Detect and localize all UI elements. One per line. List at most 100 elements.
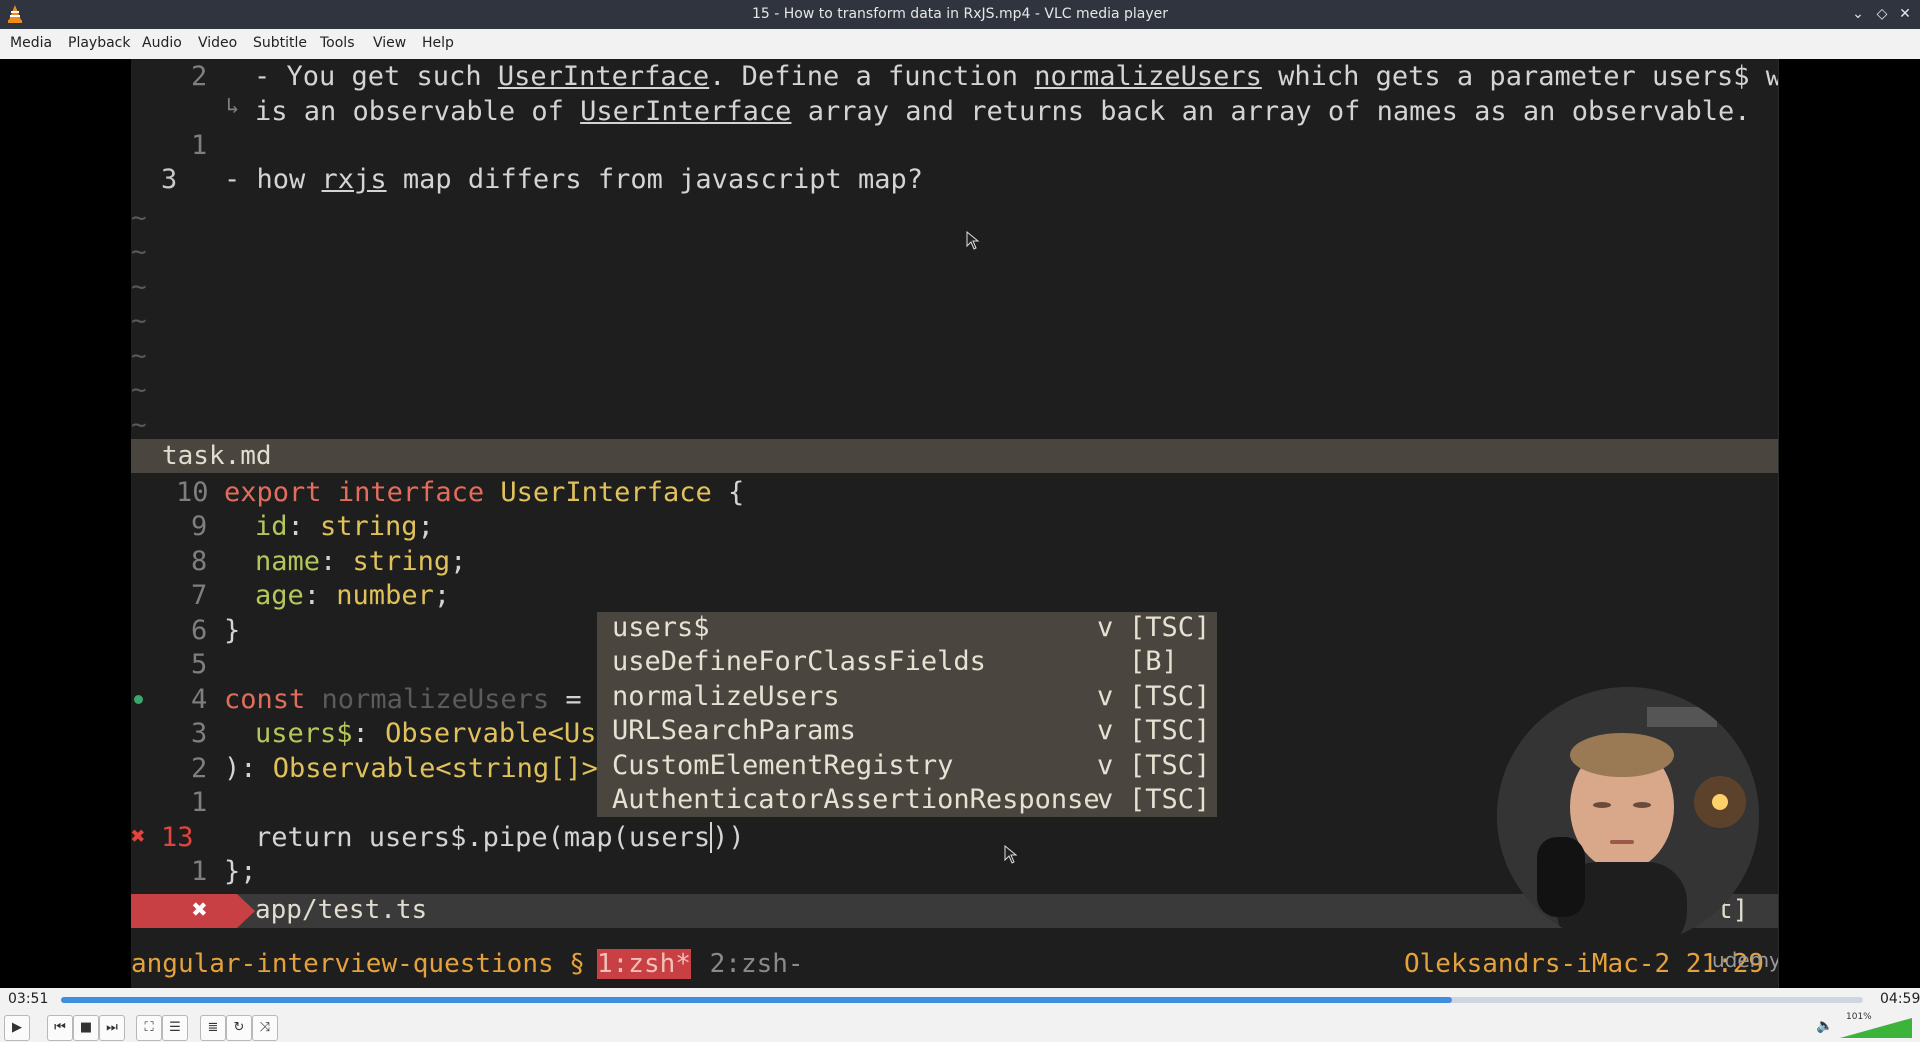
playlist-button[interactable]: ≣ <box>200 1015 226 1041</box>
video-frame: 2 - You get such UserInterface. Define a… <box>131 59 1779 988</box>
skip-forward-icon: ⏭ <box>106 1020 118 1035</box>
line-number: 5 <box>191 649 208 680</box>
completion-item[interactable]: CustomElementRegistry v [TSC] <box>597 750 1217 784</box>
code-line: name: string; <box>255 546 467 577</box>
empty-line-marker: ~ <box>131 341 147 371</box>
line-number-current: 3 <box>161 164 178 195</box>
title-bar: 15 - How to transform data in RxJS.mp4 -… <box>0 0 1920 29</box>
tmux-host-clock: Oleksandrs-iMac-2 21:29 <box>1404 949 1765 979</box>
mouse-cursor-icon <box>966 231 980 250</box>
line-number: 9 <box>191 511 208 542</box>
loop-icon: ↻ <box>233 1020 245 1035</box>
stop-icon: ■ <box>79 1020 93 1035</box>
error-icon: ✖ <box>192 895 208 925</box>
skip-back-icon: ⏮ <box>54 1020 66 1035</box>
speaker-icon[interactable]: 🔈 <box>1816 1018 1833 1034</box>
code-line: - how rxjs map differs from javascript m… <box>224 164 924 195</box>
filename-label: app/test.ts <box>255 895 428 925</box>
tmux-window-active: 1:zsh* <box>597 949 691 979</box>
line-number: 1 <box>191 787 208 818</box>
instructor-avatar-icon <box>1497 687 1759 945</box>
line-number: 10 <box>176 477 209 508</box>
line-number: 1 <box>191 856 208 887</box>
instructor-webcam <box>1497 687 1759 945</box>
equalizer-icon: ☰ <box>169 1020 181 1035</box>
frame-border <box>1778 59 1779 988</box>
stop-button[interactable]: ■ <box>73 1015 99 1041</box>
playlist-icon: ≣ <box>207 1020 219 1035</box>
empty-line-marker: ~ <box>131 237 147 267</box>
completion-item[interactable]: AuthenticatorAssertionResponse v [TSC] <box>597 784 1217 818</box>
previous-button[interactable]: ⏮ <box>47 1015 73 1041</box>
menu-media[interactable]: Media <box>10 35 52 51</box>
completion-item[interactable]: useDefineForClassFields [B] <box>597 646 1217 680</box>
menu-view[interactable]: View <box>373 35 406 51</box>
wrap-marker-icon: ↳ <box>226 94 240 119</box>
seek-row: 03:51 04:59 <box>0 988 1920 1012</box>
menu-help[interactable]: Help <box>422 35 454 51</box>
shuffle-button[interactable]: ⤨ <box>252 1015 278 1041</box>
line-number: 4 <box>191 684 208 715</box>
fullscreen-icon: ⛶ <box>144 1020 154 1035</box>
powerline-arrow <box>237 894 255 928</box>
code-line: ): Observable<string[]> <box>224 753 598 784</box>
git-change-dot-icon <box>134 695 143 704</box>
next-button[interactable]: ⏭ <box>99 1015 125 1041</box>
tmux-status-bar: angular-interview-questions § 1:zsh* 2:z… <box>131 946 1779 984</box>
error-segment <box>131 894 237 928</box>
maximize-icon[interactable]: ◇ <box>1872 4 1892 24</box>
code-line: users$: Observable<Use <box>255 718 613 749</box>
line-number: 2 <box>191 61 208 92</box>
total-time: 04:59 <box>1880 991 1920 1007</box>
line-number: 6 <box>191 615 208 646</box>
completion-item[interactable]: users$ v [TSC] <box>597 612 1217 646</box>
completion-item[interactable]: normalizeUsers v [TSC] <box>597 681 1217 715</box>
code-line: const normalizeUsers = ( <box>224 684 615 715</box>
error-marker-icon: ✖ <box>131 822 146 850</box>
empty-line-marker: ~ <box>131 306 147 336</box>
minimize-icon[interactable]: ⌄ <box>1848 4 1868 24</box>
extended-settings-button[interactable]: ☰ <box>162 1015 188 1041</box>
control-bar: ▶ ⏮ ■ ⏭ ⛶ ☰ ≣ ↻ ⤨ 🔈 101% <box>0 1012 1920 1042</box>
line-number: 2 <box>191 753 208 784</box>
empty-line-marker: ~ <box>131 203 147 233</box>
line-number-current: 13 <box>161 822 194 853</box>
menu-subtitle[interactable]: Subtitle <box>253 35 307 51</box>
filename-label: task.md <box>162 441 272 471</box>
volume-percent: 101% <box>1846 1012 1872 1022</box>
line-number: 8 <box>191 546 208 577</box>
menu-playback[interactable]: Playback <box>68 35 130 51</box>
code-line: export interface UserInterface { <box>224 477 745 508</box>
autocomplete-popup: users$ v [TSC] useDefineForClassFields [B] … <box>597 612 1217 817</box>
play-icon: ▶ <box>12 1020 22 1035</box>
loop-button[interactable]: ↻ <box>226 1015 252 1041</box>
task-md-statusline: task.md <box>131 439 1779 473</box>
seek-slider[interactable] <box>61 997 1863 1003</box>
code-line: age: number; <box>255 580 451 611</box>
mouse-cursor-icon <box>1004 845 1018 864</box>
menu-video[interactable]: Video <box>198 35 237 51</box>
code-line: id: string; <box>255 511 434 542</box>
window-title: 15 - How to transform data in RxJS.mp4 -… <box>751 6 1169 22</box>
empty-line-marker: ~ <box>131 375 147 405</box>
code-line: is an observable of UserInterface array … <box>255 96 1751 127</box>
video-area[interactable]: 2 - You get such UserInterface. Define a… <box>0 59 1920 988</box>
elapsed-time: 03:51 <box>8 991 49 1007</box>
menu-audio[interactable]: Audio <box>142 35 182 51</box>
fullscreen-button[interactable]: ⛶ <box>136 1015 162 1041</box>
menu-tools[interactable]: Tools <box>320 35 355 51</box>
play-button[interactable]: ▶ <box>4 1015 30 1041</box>
line-number: 7 <box>191 580 208 611</box>
tmux-session: angular-interview-questions § <box>131 949 601 979</box>
code-line: return users$.pipe(map(users)) <box>255 822 745 853</box>
menu-bar: Media Playback Audio Video Subtitle Tool… <box>0 29 1920 60</box>
completion-item[interactable]: URLSearchParams v [TSC] <box>597 715 1217 749</box>
shuffle-icon: ⤨ <box>259 1020 271 1035</box>
tmux-window: 2:zsh- <box>694 949 804 979</box>
empty-line-marker: ~ <box>131 410 147 440</box>
close-icon[interactable]: ✕ <box>1895 4 1915 24</box>
udemy-watermark: udemy <box>1712 948 1779 972</box>
empty-line-marker: ~ <box>131 272 147 302</box>
code-line: }; <box>224 856 257 887</box>
line-number: 1 <box>191 130 208 161</box>
